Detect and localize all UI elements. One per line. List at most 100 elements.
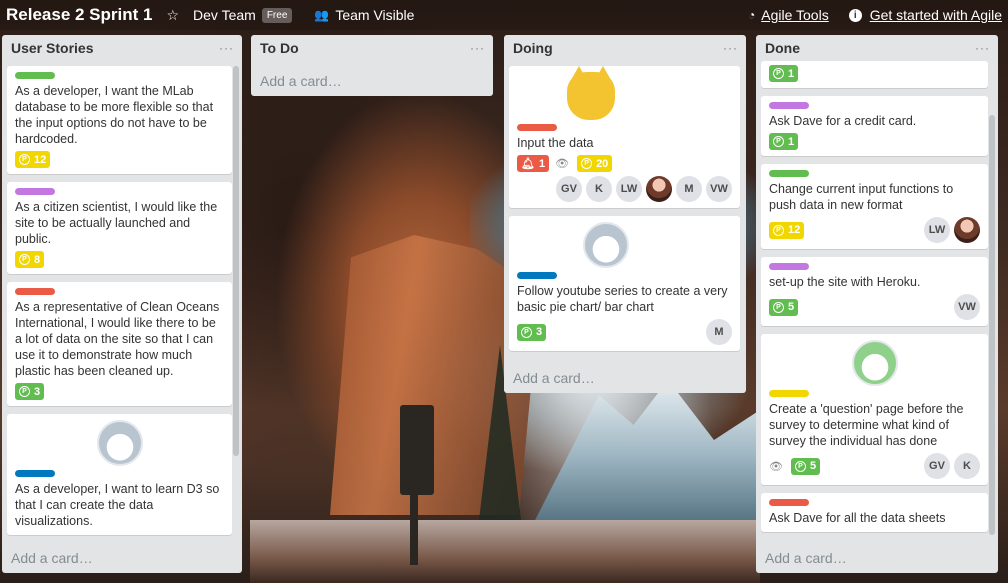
card-label <box>769 390 809 397</box>
avatar[interactable]: K <box>586 176 612 202</box>
card-title: Ask Dave for a credit card. <box>769 114 917 128</box>
story-points-badge: P3 <box>15 383 45 400</box>
get-started-link[interactable]: Get started with Agile <box>870 7 1002 23</box>
avatar[interactable]: M <box>676 176 702 202</box>
scrollbar[interactable] <box>233 66 239 456</box>
fox-sticker <box>517 66 732 120</box>
team-visible-icon: 👥 <box>314 8 330 22</box>
points-icon: P <box>794 460 806 472</box>
card-title: set-up the site with Heroku. <box>769 275 921 289</box>
list-header: Doing ··· <box>504 35 746 61</box>
card[interactable]: As a developer, I want to learn D3 so th… <box>7 414 232 535</box>
points-icon: P <box>773 68 784 79</box>
list-menu-icon[interactable]: ··· <box>470 41 485 55</box>
list-menu-icon[interactable]: ··· <box>975 41 990 55</box>
story-points-badge: P8 <box>15 251 45 268</box>
card-label <box>15 288 55 295</box>
notification-badge: 🔔︎ 1 <box>517 155 550 172</box>
card[interactable]: Input the data 🔔︎ 1 👁︎ P 20 GV K LW M VW <box>509 66 740 208</box>
husky-sticker <box>15 420 224 466</box>
points-icon: P <box>773 136 784 147</box>
list-header: To Do ··· <box>251 35 493 61</box>
card-title: As a citizen scientist, I would like the… <box>15 200 218 246</box>
story-points-badge: P1 <box>769 65 799 82</box>
add-card-button[interactable]: Add a card… <box>260 73 342 89</box>
story-points-badge: P 12 <box>15 151 51 168</box>
add-card-button[interactable]: Add a card… <box>11 550 93 566</box>
avatar-photo[interactable] <box>646 176 672 202</box>
card-label <box>15 470 55 477</box>
card[interactable]: P1 <box>761 61 988 88</box>
team-name[interactable]: Dev Team <box>193 7 256 23</box>
card[interactable]: Follow youtube series to create a very b… <box>509 216 740 351</box>
list-title[interactable]: User Stories <box>11 40 93 56</box>
avatar-photo[interactable] <box>954 217 980 243</box>
list-title[interactable]: Done <box>765 40 800 56</box>
card-title: Follow youtube series to create a very b… <box>517 284 728 314</box>
list-header: User Stories ··· <box>2 35 242 61</box>
card-title: As a representative of Clean Oceans Inte… <box>15 300 220 378</box>
card-label <box>769 263 809 270</box>
card[interactable]: Change current input functions to push d… <box>761 164 988 249</box>
card-members: GV K LW M VW <box>517 176 732 202</box>
watch-icon: 👁︎ <box>555 158 570 170</box>
card-label <box>15 72 55 79</box>
card[interactable]: Create a 'question' page before the surv… <box>761 334 988 485</box>
story-points-badge: P 12 <box>769 221 805 239</box>
board-header: Release 2 Sprint 1 ☆ Dev Team Free 👥 Tea… <box>0 0 1008 30</box>
info-icon: i <box>848 8 862 22</box>
points-icon: P <box>773 224 784 236</box>
header-right: ◔ Agile Tools i Get started with Agile <box>748 7 1002 23</box>
story-points-badge: P3 <box>517 323 547 341</box>
money-husky-sticker <box>769 340 980 386</box>
card-list: As a developer, I want the MLab database… <box>7 66 232 542</box>
card[interactable]: As a representative of Clean Oceans Inte… <box>7 282 232 406</box>
points-icon: P <box>581 158 593 169</box>
list-title[interactable]: Doing <box>513 40 553 56</box>
bell-icon: 🔔︎ <box>521 158 535 170</box>
list-to-do: To Do ··· Add a card… <box>251 35 493 96</box>
scrollbar[interactable] <box>989 115 995 535</box>
story-points-badge: P1 <box>769 133 799 150</box>
avatar[interactable]: K <box>954 453 980 479</box>
avatar[interactable]: LW <box>616 176 642 202</box>
list-menu-icon[interactable]: ··· <box>219 41 234 55</box>
card[interactable]: Ask Dave for a credit card. P1 <box>761 96 988 156</box>
avatar[interactable]: VW <box>954 294 980 320</box>
agile-tools-icon: ◔ <box>748 8 756 22</box>
avatar[interactable]: GV <box>924 453 950 479</box>
avatar[interactable]: M <box>706 319 732 345</box>
story-points-badge: P 20 <box>577 155 613 172</box>
board-title[interactable]: Release 2 Sprint 1 <box>6 5 152 25</box>
card[interactable]: Ask Dave for all the data sheets <box>761 493 988 532</box>
card[interactable]: As a developer, I want the MLab database… <box>7 66 232 174</box>
list-doing: Doing ··· Input the data 🔔︎ 1 👁︎ P 20 GV K… <box>504 35 746 393</box>
add-card-button[interactable]: Add a card… <box>513 370 595 386</box>
avatar[interactable]: VW <box>706 176 732 202</box>
watch-icon: 👁︎ <box>769 460 783 473</box>
star-icon[interactable]: ☆ <box>166 7 179 24</box>
list-menu-icon[interactable]: ··· <box>723 41 738 55</box>
avatar[interactable]: LW <box>924 217 950 243</box>
points-icon: P <box>773 301 784 313</box>
agile-tools-link[interactable]: Agile Tools <box>761 7 828 23</box>
card-title: Input the data <box>517 136 594 150</box>
card-label <box>769 499 809 506</box>
add-card-button[interactable]: Add a card… <box>765 550 847 566</box>
avatar[interactable]: GV <box>556 176 582 202</box>
list-title[interactable]: To Do <box>260 40 299 56</box>
card-label <box>769 102 809 109</box>
list-user-stories: User Stories ··· As a developer, I want … <box>2 35 242 573</box>
card-list: Input the data 🔔︎ 1 👁︎ P 20 GV K LW M VW F… <box>509 66 740 366</box>
visibility-button[interactable]: Team Visible <box>335 7 414 23</box>
card-title: Change current input functions to push d… <box>769 182 954 212</box>
points-icon: P <box>19 154 30 165</box>
card[interactable]: As a citizen scientist, I would like the… <box>7 182 232 274</box>
card-label <box>769 170 809 177</box>
points-icon: P <box>521 326 532 338</box>
card-label <box>517 124 557 131</box>
list-header: Done ··· <box>756 35 998 61</box>
husky-sticker <box>517 222 732 268</box>
card-title: As a developer, I want the MLab database… <box>15 84 214 146</box>
card[interactable]: set-up the site with Heroku. P5 VW <box>761 257 988 326</box>
